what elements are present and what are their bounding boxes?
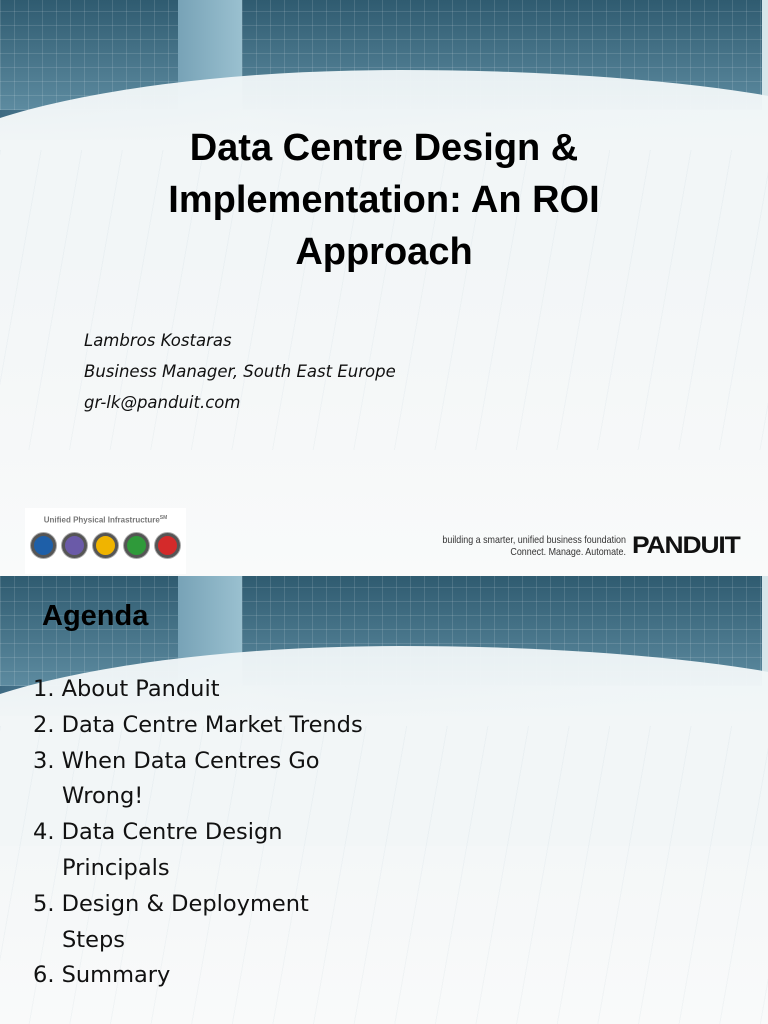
upi-logo: Unified Physical InfrastructureSM	[25, 508, 186, 574]
tagline: building a smarter, unified business fou…	[442, 534, 627, 546]
agenda-item: 4. Data Centre Design Principals	[33, 819, 283, 881]
agenda-item: 3. When Data Centres Go Wrong!	[33, 747, 320, 810]
agenda-item: 2. Data Centre Market Trends	[33, 711, 363, 738]
author-email[interactable]: gr-lk@panduit.com	[84, 387, 396, 418]
cycle-icon	[124, 532, 149, 558]
panduit-branding: building a smarter, unified business fou…	[410, 532, 742, 560]
panduit-logo: PANDUIT	[632, 532, 741, 559]
slide-title: Data Centre Design & Implementation: An …	[168, 127, 600, 273]
author-name: Lambros Kostaras	[84, 331, 232, 350]
agenda-slide: Agenda 1. About Panduit 2. Data Centre M…	[0, 576, 768, 1024]
agenda-item: 6. Summary	[33, 962, 171, 989]
author-block: Lambros Kostaras Business Manager, South…	[84, 325, 396, 418]
author-role: Business Manager, South East Europe	[84, 362, 396, 381]
lock-icon	[155, 532, 180, 558]
agenda-list: 1. About Panduit 2. Data Centre Market T…	[33, 672, 363, 994]
network-icon	[62, 532, 87, 558]
server-icon	[93, 532, 118, 558]
slide-title: Agenda	[42, 600, 149, 632]
wireless-icon	[31, 532, 56, 558]
agenda-item: 1. About Panduit	[33, 676, 220, 702]
slogan: Connect. Manage. Automate.	[510, 546, 627, 558]
upi-mark: SM	[159, 515, 168, 521]
title-slide: Data Centre Design & Implementation: An …	[0, 0, 768, 576]
agenda-item: 5. Design & Deployment Steps	[33, 890, 309, 953]
upi-text: Unified Physical Infrastructure	[43, 515, 160, 525]
